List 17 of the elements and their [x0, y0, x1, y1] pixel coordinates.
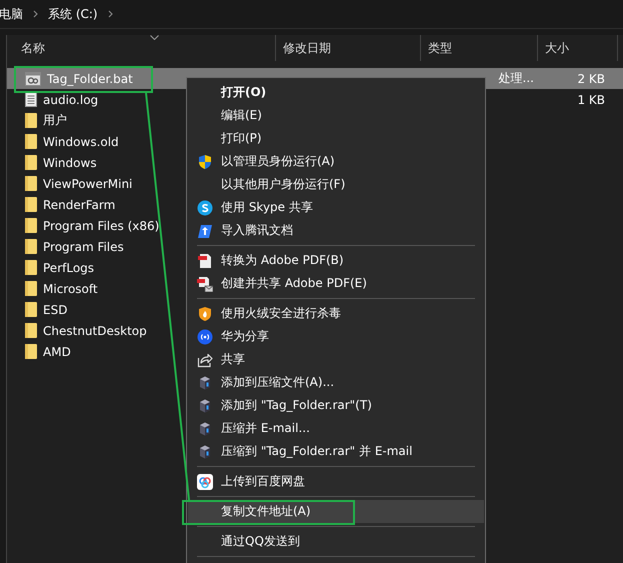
file-name: Windows [43, 156, 97, 170]
file-name: PerfLogs [43, 260, 94, 274]
file-size: 1 KB [577, 92, 605, 106]
file-name: 用户 [43, 112, 67, 129]
file-name: Tag_Folder.bat [47, 72, 133, 86]
file-name: audio.log [43, 92, 98, 106]
file-name: ChestnutDesktop [43, 324, 147, 338]
file-name: Program Files [43, 240, 124, 254]
file-name: ESD [43, 302, 68, 316]
file-name: Microsoft [43, 282, 98, 296]
file-name: RenderFarm [43, 198, 116, 212]
file-name: Windows.old [43, 134, 119, 148]
file-name: ViewPowerMini [43, 176, 132, 190]
file-size: 2 KB [577, 72, 605, 86]
file-name: Program Files (x86) [43, 218, 160, 232]
file-name: AMD [43, 344, 71, 358]
file-type: 处理... [498, 70, 535, 87]
